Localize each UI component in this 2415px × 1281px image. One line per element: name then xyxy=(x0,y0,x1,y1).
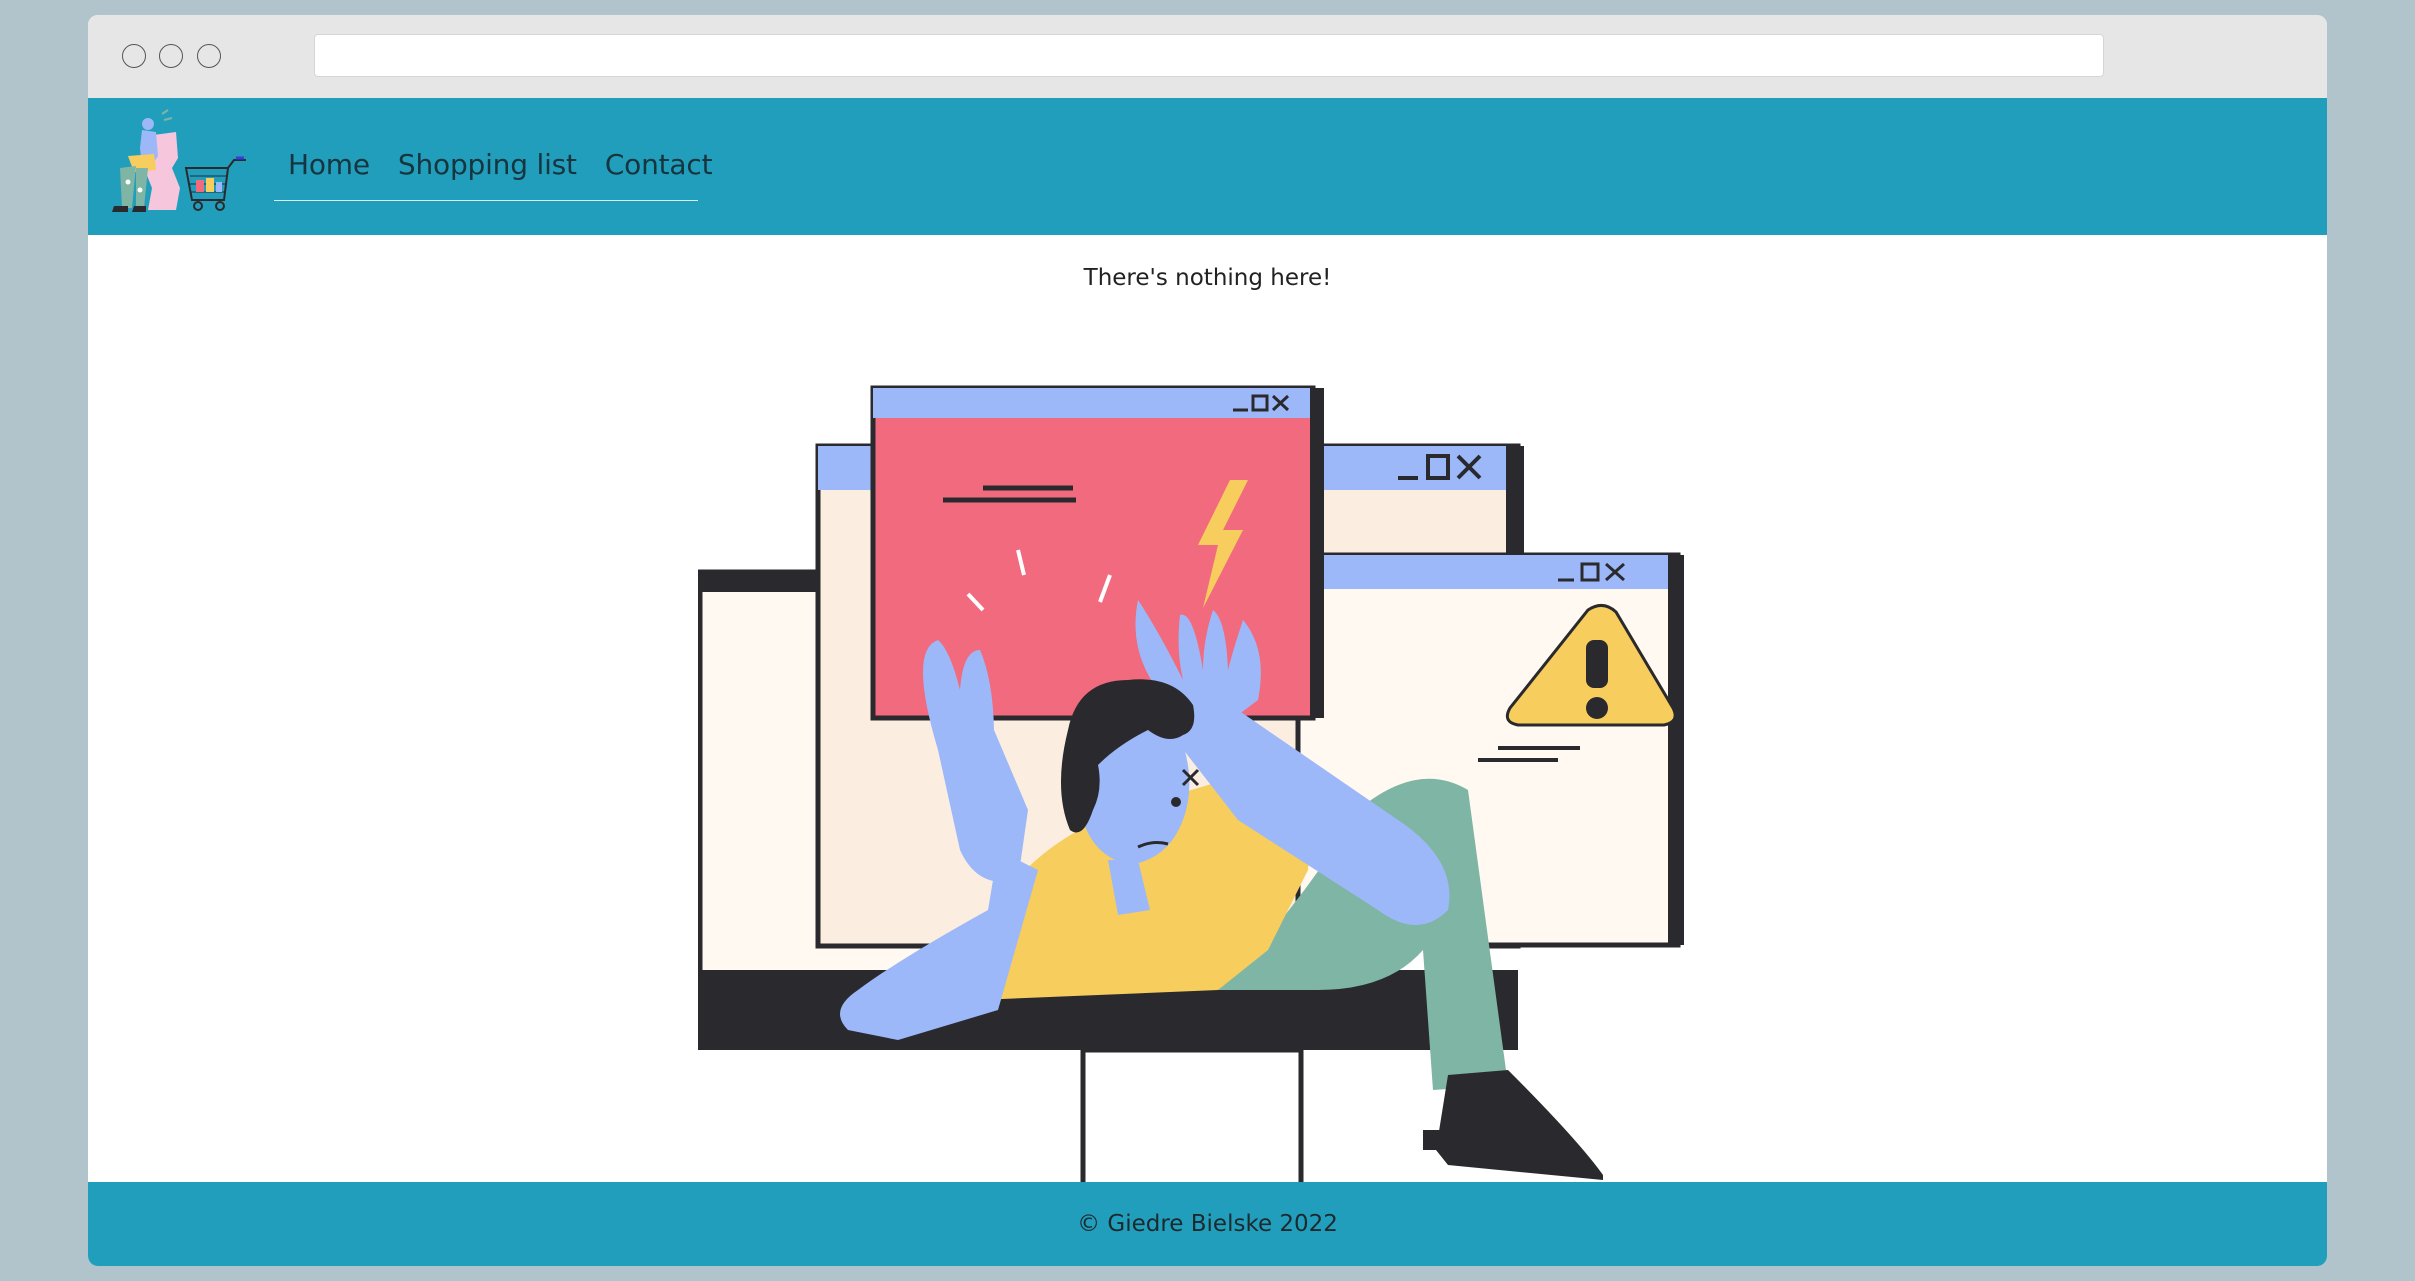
nav-link-shopping-list[interactable]: Shopping list xyxy=(384,138,591,191)
browser-chrome xyxy=(88,15,2327,98)
error-illustration xyxy=(698,385,1684,1200)
footer: © Giedre Bielske 2022 xyxy=(88,1182,2327,1266)
empty-state-message: There's nothing here! xyxy=(1083,265,1332,291)
nav-links: Home Shopping list Contact xyxy=(274,138,713,201)
footer-copyright: © Giedre Bielske 2022 xyxy=(1077,1211,1338,1237)
window-close-dot[interactable] xyxy=(122,44,146,68)
window-maximize-dot[interactable] xyxy=(197,44,221,68)
browser-window: Home Shopping list Contact There's nothi… xyxy=(88,15,2327,1266)
nav-link-contact[interactable]: Contact xyxy=(591,138,727,191)
address-bar[interactable] xyxy=(314,34,2104,77)
shop-logo-icon[interactable] xyxy=(98,108,248,218)
nav-link-home[interactable]: Home xyxy=(274,138,384,191)
window-minimize-dot[interactable] xyxy=(159,44,183,68)
navbar: Home Shopping list Contact xyxy=(88,98,2327,235)
